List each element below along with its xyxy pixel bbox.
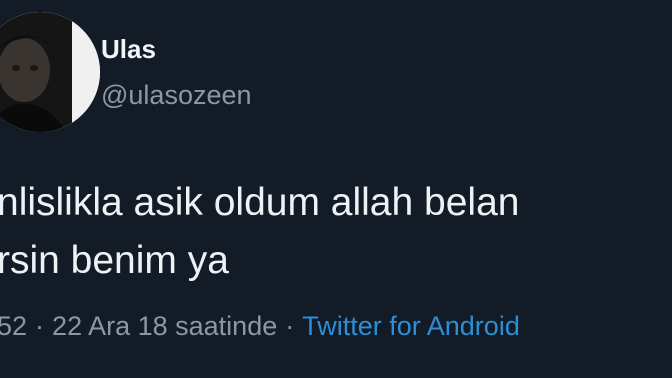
meta-separator: · [35, 311, 45, 341]
tweet-text-line: rsin benim ya [0, 239, 229, 282]
profile-photo-icon [0, 12, 100, 132]
tweet-time[interactable]: 52 [0, 311, 27, 341]
tweet-text: nlislikla asik oldum allah belan rsin be… [0, 174, 669, 290]
tweet-meta: 52 · 22 Ara 18 saatinde · Twitter for Androi… [0, 311, 672, 342]
tweet-card: Ulas @ulasozeen nlislikla asik oldum all… [0, 0, 672, 378]
tweet-source-link[interactable]: Twitter for Android [302, 311, 520, 341]
meta-separator: · [285, 311, 295, 341]
author-handle[interactable]: @ulasozeen [101, 80, 252, 111]
avatar[interactable] [0, 12, 100, 132]
tweet-text-line: nlislikla asik oldum allah belan [0, 181, 520, 224]
author-name[interactable]: Ulas [101, 34, 156, 65]
tweet-date[interactable]: 22 Ara 18 saatinde [52, 311, 277, 341]
